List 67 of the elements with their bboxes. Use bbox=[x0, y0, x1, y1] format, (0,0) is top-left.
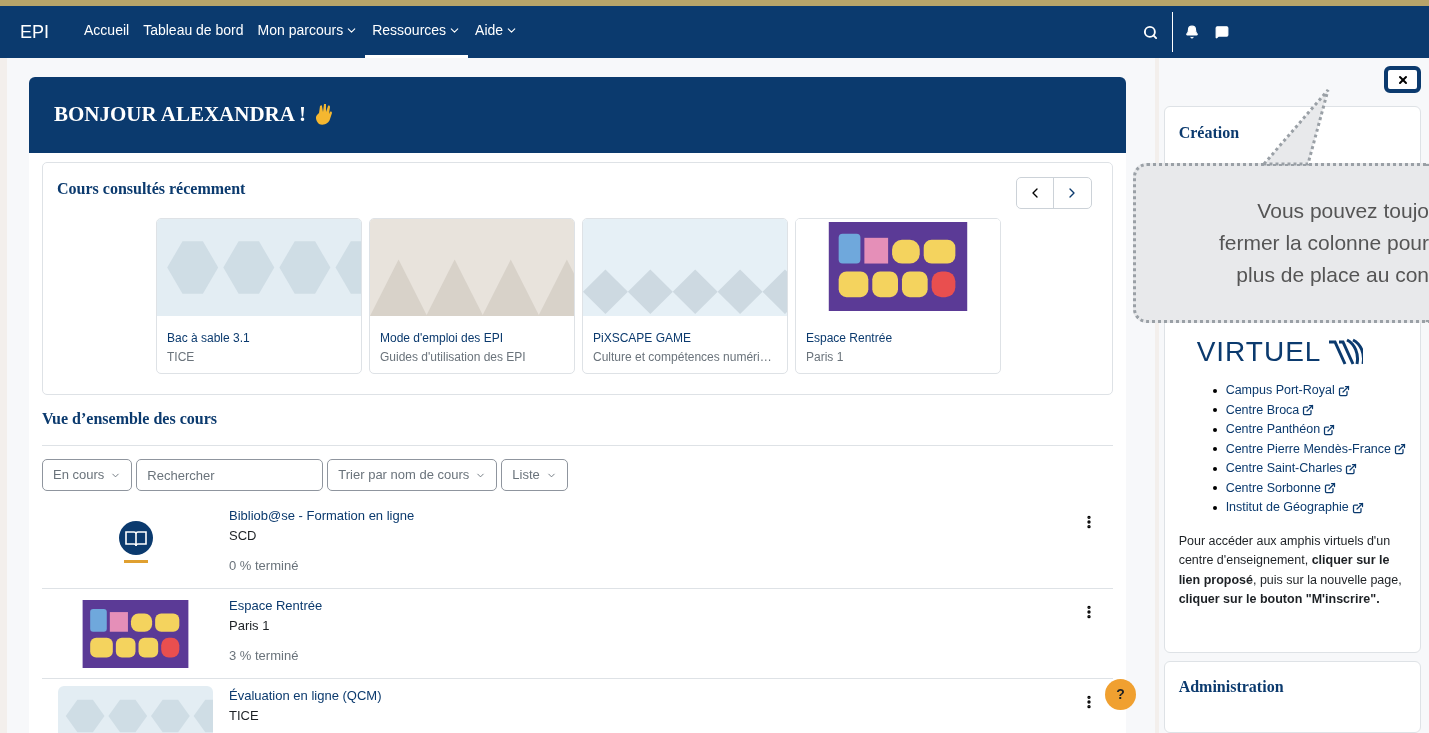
nav-link[interactable]: Tableau de bord bbox=[136, 6, 251, 58]
close-icon bbox=[1396, 73, 1409, 86]
campus-link[interactable]: Centre Panthéon bbox=[1225, 420, 1321, 440]
campus-link[interactable]: Centre Pierre Mendès-France bbox=[1225, 439, 1391, 459]
bullet-icon bbox=[1212, 388, 1217, 393]
course-name[interactable]: Mode d'emploi des EPI bbox=[380, 329, 564, 348]
filter-dropdown[interactable]: Trier par nom de cours bbox=[327, 459, 498, 491]
bullet-icon bbox=[1212, 486, 1217, 491]
progress-text: 3 % terminé bbox=[229, 647, 300, 665]
campus-link[interactable]: Centre Broca bbox=[1225, 400, 1300, 420]
logo-text: VIRTUEL bbox=[1178, 337, 1406, 367]
external-link-icon bbox=[1394, 443, 1406, 456]
nav-link[interactable]: Aide bbox=[468, 6, 526, 58]
close-button[interactable] bbox=[1384, 66, 1421, 93]
bullet-icon bbox=[1212, 408, 1217, 413]
bullet-icon bbox=[1212, 447, 1217, 452]
course-name[interactable]: PiXSCAPE GAME bbox=[593, 329, 777, 348]
greeting-title: BONJOUR ALEXANDRA ! bbox=[54, 101, 307, 129]
progress-text: 0 % terminé bbox=[229, 557, 300, 575]
bell-icon[interactable] bbox=[1185, 25, 1199, 39]
external-link-icon bbox=[1323, 423, 1336, 436]
campus-link[interactable]: Institut de Géographie bbox=[1225, 498, 1349, 518]
nav-link[interactable]: Accueil bbox=[77, 6, 137, 58]
external-link-icon bbox=[1337, 384, 1350, 397]
course-name[interactable]: Espace Rentrée bbox=[806, 329, 990, 348]
section-title: Cours consultés récemment bbox=[57, 179, 246, 199]
nav-link[interactable]: Mon parcours bbox=[250, 6, 366, 58]
bullet-icon bbox=[1212, 466, 1217, 471]
course-card[interactable]: Bac à sable 3.1 TICE bbox=[156, 218, 362, 374]
brand-text[interactable]: EPI bbox=[20, 18, 49, 46]
search-icon[interactable] bbox=[1143, 24, 1158, 40]
waving-hand-icon bbox=[314, 104, 335, 126]
external-link-icon bbox=[1323, 482, 1336, 495]
signal-waves-icon bbox=[1327, 338, 1364, 366]
course-name[interactable]: Évaluation en ligne (QCM) bbox=[229, 686, 1081, 706]
course-category: TICE bbox=[229, 707, 260, 725]
search-field[interactable]: Rechercher bbox=[136, 459, 324, 491]
instruction-text: Pour accéder aux amphis virtuels d'un centre d'enseignement, cliquer sur le lien proposé, puis sur la nouvelle page, cliquer sur le bouton "M'inscrire". bbox=[1178, 532, 1403, 608]
course-category: Culture et compétences numéri… bbox=[593, 349, 773, 366]
tooltip-text: Vous pouvez toujo bbox=[1257, 198, 1429, 224]
course-category: Paris 1 bbox=[806, 349, 845, 366]
course-name[interactable]: Espace Rentrée bbox=[229, 596, 1081, 616]
external-link-icon bbox=[1302, 404, 1315, 417]
bullet-icon bbox=[1212, 505, 1217, 510]
external-link-icon bbox=[1345, 462, 1358, 475]
filter-dropdown[interactable]: Liste bbox=[501, 459, 568, 491]
course-card[interactable]: Espace Rentrée Paris 1 bbox=[795, 218, 1001, 374]
section-title: Vue d’ensemble des cours bbox=[42, 407, 1113, 446]
course-category: TICE bbox=[167, 349, 196, 366]
campus-link[interactable]: Campus Port-Royal bbox=[1225, 381, 1335, 401]
tooltip-text: fermer la colonne pour bbox=[1218, 230, 1429, 256]
filter-dropdown[interactable]: En cours bbox=[42, 459, 133, 491]
course-card[interactable]: Mode d'emploi des EPI Guides d'utilisation des EPI bbox=[369, 218, 575, 374]
tooltip-text: plus de place au con bbox=[1236, 262, 1429, 288]
course-card[interactable]: PiXSCAPE GAME Culture et compétences numéri… bbox=[582, 218, 788, 374]
course-category: SCD bbox=[229, 527, 258, 545]
chat-icon[interactable] bbox=[1215, 25, 1229, 39]
bullet-icon bbox=[1212, 427, 1217, 432]
block-title: Administration bbox=[1178, 677, 1285, 697]
course-category: Paris 1 bbox=[229, 617, 271, 635]
course-name[interactable]: Bibliob@se - Formation en ligne bbox=[229, 506, 1081, 526]
block-title: Création bbox=[1178, 123, 1241, 143]
external-link-icon bbox=[1351, 501, 1364, 514]
course-name[interactable]: Bac à sable 3.1 bbox=[167, 329, 351, 348]
campus-link[interactable]: Centre Saint-Charles bbox=[1225, 459, 1343, 479]
course-category: Guides d'utilisation des EPI bbox=[380, 349, 527, 366]
campus-link[interactable]: Centre Sorbonne bbox=[1225, 478, 1321, 498]
